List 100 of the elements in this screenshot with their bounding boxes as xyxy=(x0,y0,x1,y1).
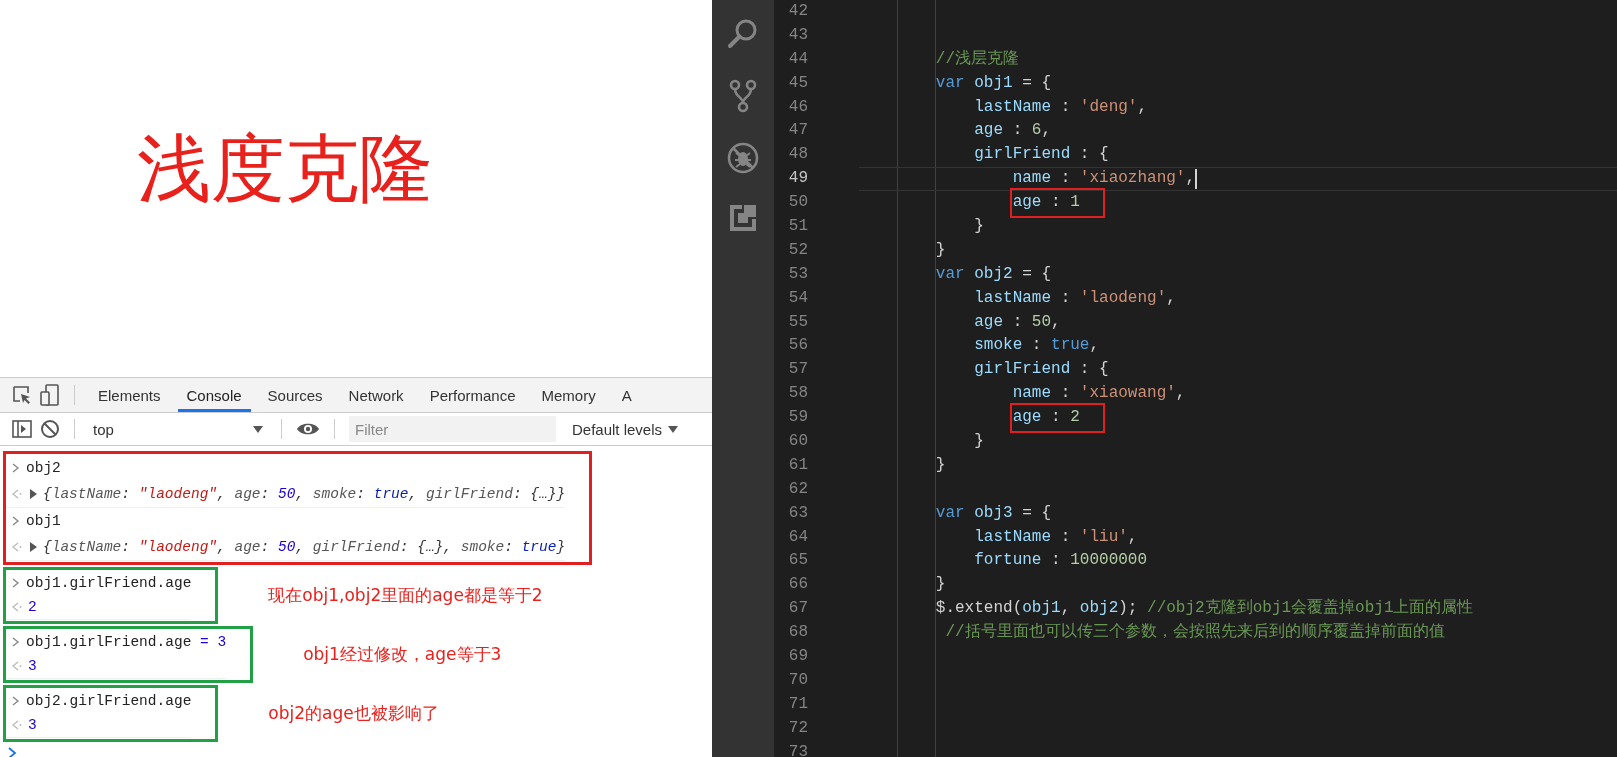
output-chevron-icon xyxy=(12,542,22,552)
devtools-tab[interactable]: Performance xyxy=(420,378,525,412)
code-line: } xyxy=(974,216,984,237)
code-line: girlFriend : { xyxy=(974,359,1109,381)
code-line: //浅层克隆 xyxy=(935,48,1019,70)
line-number: 66 xyxy=(787,574,809,596)
line-number: 54 xyxy=(787,287,809,309)
line-number: 72 xyxy=(787,717,809,739)
line-number: 48 xyxy=(787,144,809,166)
line-number: 68 xyxy=(787,622,809,644)
code-line: girlFriend : { xyxy=(974,144,1109,166)
console-command: obj2.girlFriend.age xyxy=(26,693,192,709)
line-number: 53 xyxy=(787,263,809,285)
console-result: 3 xyxy=(28,717,37,733)
line-number: 46 xyxy=(787,96,809,118)
console-command: obj1.girlFriend.age xyxy=(26,575,192,591)
line-number: 51 xyxy=(787,216,809,237)
inspect-icon[interactable] xyxy=(12,385,32,405)
line-number: 71 xyxy=(787,693,809,715)
line-number: 58 xyxy=(787,383,809,405)
line-number: 69 xyxy=(787,646,809,668)
code-line: age : 50, xyxy=(974,311,1061,333)
code-line: lastName : 'deng', xyxy=(974,96,1148,118)
code-line: } xyxy=(935,454,946,476)
line-number: 59 xyxy=(787,407,809,429)
context-select[interactable]: top xyxy=(89,420,267,438)
line-number: 45 xyxy=(787,72,809,94)
dropdown-icon xyxy=(668,425,679,433)
line-number: 65 xyxy=(787,550,809,572)
input-chevron-icon xyxy=(12,463,20,473)
console-result: 2 xyxy=(28,599,37,615)
annotation-note: 现在obj1,obj2里面的age都是等于2 xyxy=(268,584,543,607)
no-bug-icon[interactable] xyxy=(727,142,759,174)
input-chevron-icon xyxy=(12,578,20,588)
code-line: var obj3 = { xyxy=(935,502,1052,524)
console-result: {lastName: "laodeng", age: 50, girlFriend: {…}, smoke: true} xyxy=(43,539,566,555)
page-title: 浅度克隆 xyxy=(137,128,433,210)
devtools-tab[interactable]: Memory xyxy=(532,378,605,412)
output-chevron-icon xyxy=(12,489,22,499)
device-icon[interactable] xyxy=(40,384,60,406)
clear-icon[interactable] xyxy=(40,419,60,439)
code-line: var obj1 = { xyxy=(935,72,1052,94)
text-cursor xyxy=(1195,169,1198,190)
levels-select[interactable]: Default levels xyxy=(572,420,679,438)
line-number: 57 xyxy=(787,359,809,381)
console-result: {lastName: "laodeng", age: 50, smoke: true, girlFriend: {…}} xyxy=(43,486,566,502)
line-number: 50 xyxy=(787,192,809,214)
code-line: var obj2 = { xyxy=(935,263,1052,285)
code-line: } xyxy=(974,431,984,453)
line-number: 70 xyxy=(787,669,809,691)
line-number: 56 xyxy=(787,335,809,357)
output-chevron-icon xyxy=(12,661,22,671)
line-number: 49 xyxy=(787,168,809,190)
line-number: 73 xyxy=(787,741,809,757)
input-chevron-icon xyxy=(12,696,20,706)
devtools-tab[interactable]: Sources xyxy=(258,378,332,412)
sidebar-toggle-icon[interactable] xyxy=(12,420,32,438)
output-chevron-icon xyxy=(12,720,22,730)
expand-icon[interactable] xyxy=(30,542,37,552)
line-number: 47 xyxy=(787,120,809,142)
console-command: obj1.girlFriend.age = 3 xyxy=(26,634,227,650)
branch-icon[interactable] xyxy=(727,79,759,113)
code-line: age : 1 xyxy=(1012,192,1080,214)
console-command: obj1 xyxy=(26,513,61,529)
filter-field[interactable]: Filter xyxy=(349,416,556,442)
line-number: 44 xyxy=(787,48,809,70)
line-number: 67 xyxy=(787,598,809,620)
code-line: lastName : 'liu', xyxy=(974,526,1138,548)
devtools-tab[interactable]: A xyxy=(612,378,641,412)
code-line: } xyxy=(935,574,946,596)
code-line: name : 'xiaowang', xyxy=(1012,383,1186,405)
prompt-icon[interactable] xyxy=(8,747,17,757)
input-chevron-icon xyxy=(12,516,20,526)
output-chevron-icon xyxy=(12,602,22,612)
code-line: lastName : 'laodeng', xyxy=(974,287,1176,309)
expand-icon[interactable] xyxy=(30,489,37,499)
code-line: age : 2 xyxy=(1012,407,1080,429)
line-number: 43 xyxy=(787,24,809,46)
line-number: 61 xyxy=(787,454,809,476)
line-number: 60 xyxy=(787,431,809,453)
devtools-tab[interactable]: Elements xyxy=(89,378,170,412)
line-number: 62 xyxy=(787,478,809,500)
code-line: } xyxy=(935,239,946,261)
eye-icon[interactable] xyxy=(296,421,320,437)
devtools-tab[interactable]: Network xyxy=(339,378,413,412)
dropdown-icon xyxy=(253,425,263,433)
code-line: $.extend(obj1, obj2); //obj2克隆到obj1会覆盖掉obj1上面的属性 xyxy=(935,597,1474,620)
extensions-icon[interactable] xyxy=(728,203,758,233)
input-chevron-icon xyxy=(12,637,20,647)
line-number: 52 xyxy=(787,239,809,261)
code-line: smoke : true, xyxy=(974,335,1100,357)
code-line: //括号里面也可以传三个参数，会按照先来后到的顺序覆盖掉前面的值 xyxy=(945,621,1445,644)
line-number: 55 xyxy=(787,311,809,333)
line-number: 63 xyxy=(787,502,809,524)
line-number: 42 xyxy=(787,1,809,22)
code-line: age : 6, xyxy=(974,120,1052,142)
console-result: 3 xyxy=(28,658,37,674)
search-icon[interactable] xyxy=(727,18,759,50)
code-line: fortune : 10000000 xyxy=(974,550,1148,572)
annotation-note: obj2的age也被影响了 xyxy=(268,702,439,725)
